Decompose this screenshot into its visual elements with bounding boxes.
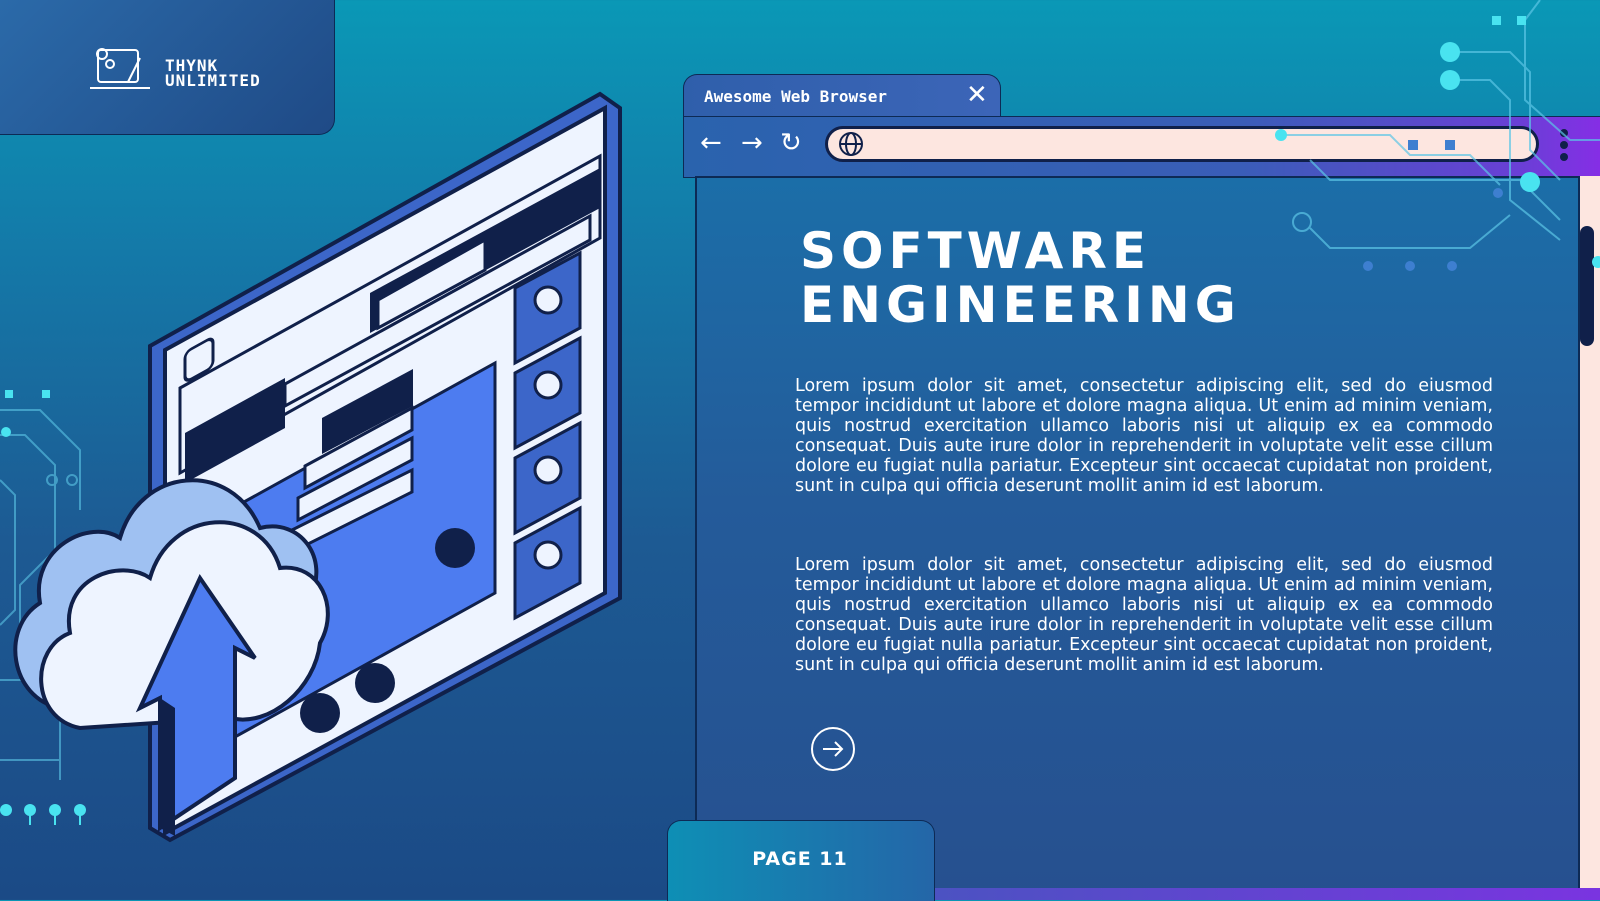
circuit-decoration-right: [1275, 0, 1600, 271]
page-title: SOFTWARE ENGINEERING: [800, 224, 1241, 332]
arrow-right-circle-icon: [823, 741, 844, 757]
body-paragraph-2: Lorem ipsum dolor sit amet, consectetur …: [795, 555, 1493, 675]
next-button[interactable]: [811, 727, 855, 771]
globe-icon: [839, 132, 863, 156]
isometric-browser-illustration: [13, 91, 622, 843]
forward-button[interactable]: →: [741, 130, 763, 156]
browser-tab-title: Awesome Web Browser: [704, 87, 888, 106]
brand-line2: UNLIMITED: [165, 71, 261, 90]
title-line2: ENGINEERING: [800, 276, 1241, 334]
back-button[interactable]: ←: [700, 130, 722, 156]
title-line1: SOFTWARE: [800, 222, 1152, 280]
reload-button[interactable]: ↻: [780, 130, 802, 156]
body-paragraph-1: Lorem ipsum dolor sit amet, consectetur …: [795, 376, 1493, 496]
laptop-gears-icon: [90, 48, 150, 89]
brand-name: THYNK UNLIMITED: [165, 58, 261, 90]
page-number: PAGE 11: [752, 848, 848, 870]
tab-close-icon[interactable]: ✕: [966, 82, 988, 108]
